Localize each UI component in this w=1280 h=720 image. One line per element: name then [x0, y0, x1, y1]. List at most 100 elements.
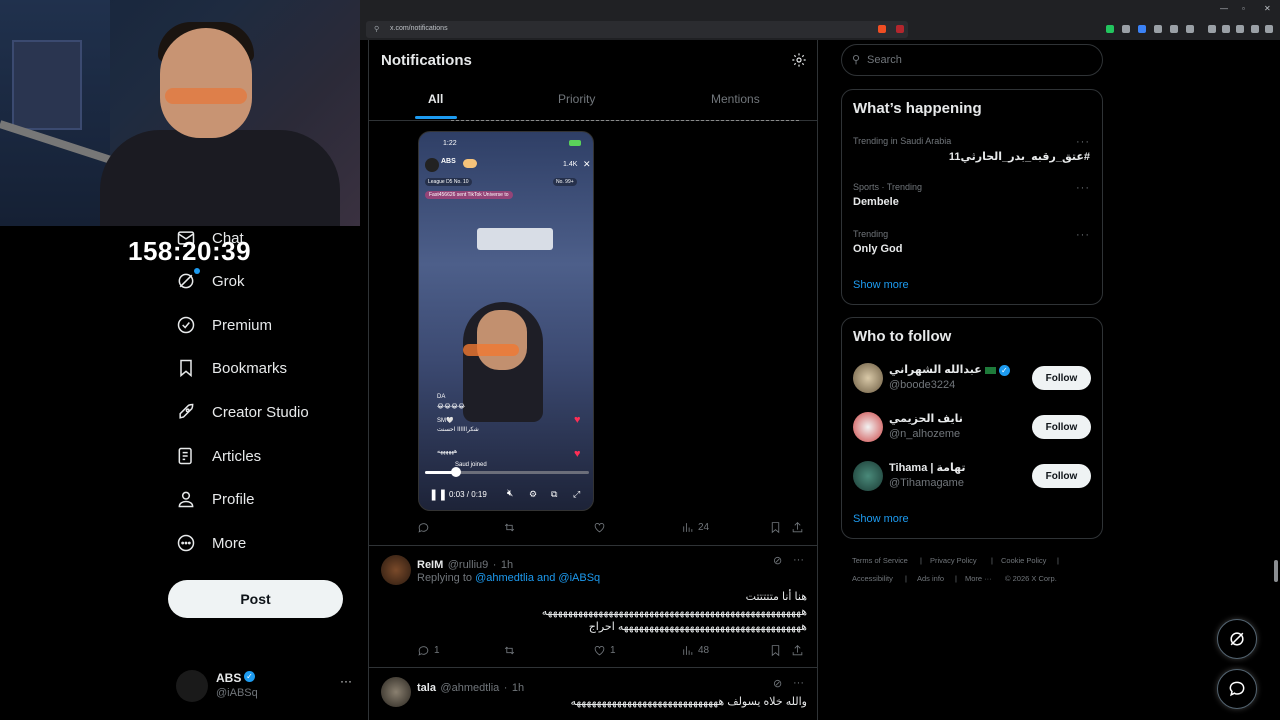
- search-placeholder: Search: [867, 54, 902, 66]
- extension-icon[interactable]: [1138, 25, 1146, 33]
- tweet-time[interactable]: 1h: [512, 682, 524, 694]
- footer-link[interactable]: More ···: [965, 574, 992, 583]
- tweet-text: والله خلاه يسولف ههههههههههههههههههههههه…: [570, 696, 807, 708]
- follow-name[interactable]: Tihama | تهامة: [889, 461, 966, 474]
- gear-icon[interactable]: [791, 52, 807, 68]
- avatar[interactable]: [853, 412, 883, 442]
- search-input[interactable]: ⚲ Search: [841, 44, 1103, 76]
- tab-priority[interactable]: Priority: [558, 92, 595, 106]
- sidebar-icon[interactable]: [1208, 25, 1216, 33]
- nav-articles[interactable]: Articles: [176, 446, 261, 466]
- footer-link[interactable]: Terms of Service: [852, 556, 908, 565]
- page-scrollbar[interactable]: [1274, 560, 1278, 582]
- more-dots-icon[interactable]: ···: [340, 674, 352, 688]
- tab-mentions[interactable]: Mentions: [711, 92, 760, 106]
- follow-button[interactable]: Follow: [1032, 464, 1091, 488]
- chat-fab[interactable]: [1217, 669, 1257, 709]
- download-icon[interactable]: [1236, 25, 1244, 33]
- more-dots-icon[interactable]: ···: [1076, 229, 1090, 241]
- tab-all[interactable]: All: [428, 92, 443, 106]
- thread-connector: [451, 120, 799, 121]
- more-dots-icon[interactable]: ···: [793, 677, 804, 689]
- grok-icon[interactable]: ⊘: [773, 677, 782, 690]
- mute-icon[interactable]: 🔇︎: [507, 488, 513, 499]
- nav-label: Profile: [212, 490, 255, 508]
- menu-icon[interactable]: [1265, 25, 1273, 33]
- grok-icon[interactable]: ⊘: [773, 554, 782, 567]
- show-more-link[interactable]: Show more: [853, 279, 909, 291]
- picture-in-picture-icon[interactable]: ⧉: [551, 489, 557, 500]
- footer-link[interactable]: Cookie Policy: [1001, 556, 1046, 565]
- footer-link[interactable]: Accessibility: [852, 574, 893, 583]
- address-bar[interactable]: ⚲ x.com/notifications: [366, 21, 908, 38]
- grok-fab[interactable]: [1217, 619, 1257, 659]
- reply-button[interactable]: 1: [417, 644, 440, 657]
- extension-icon[interactable]: [1122, 25, 1130, 33]
- follow-name[interactable]: نايف الحزيمي: [889, 412, 963, 425]
- rewards-icon[interactable]: [896, 25, 904, 33]
- avatar[interactable]: [853, 461, 883, 491]
- like-button[interactable]: [593, 521, 610, 534]
- share-button[interactable]: [791, 644, 808, 657]
- bookmark-button[interactable]: [769, 644, 786, 657]
- video-scrubber[interactable]: [451, 467, 461, 477]
- nav-more[interactable]: More: [176, 533, 246, 553]
- replying-handles[interactable]: @ahmedtlia and @iABSq: [475, 572, 600, 584]
- close-window-icon[interactable]: ✕: [1264, 4, 1271, 13]
- minimize-icon[interactable]: —: [1220, 4, 1228, 13]
- follow-handle: @Tihamagame: [889, 477, 964, 489]
- bookmark-button[interactable]: [769, 521, 786, 534]
- reply-button[interactable]: [417, 521, 434, 534]
- more-dots-icon[interactable]: ···: [793, 554, 804, 566]
- more-dots-icon[interactable]: ···: [1076, 136, 1090, 148]
- views-button[interactable]: 24: [681, 521, 709, 534]
- trend-item[interactable]: #عتق_رقبه_بدر_الحارثي11: [949, 150, 1090, 163]
- more-circle-icon: [177, 534, 195, 552]
- author-name[interactable]: ReIM: [417, 559, 443, 571]
- follow-name[interactable]: عبدالله الشهراني ✓: [889, 363, 1010, 376]
- post-button[interactable]: Post: [168, 580, 343, 618]
- nav-creator-studio[interactable]: Creator Studio: [176, 402, 309, 422]
- maximize-icon[interactable]: ▫: [1242, 4, 1245, 13]
- avatar[interactable]: [381, 677, 411, 707]
- video-player[interactable]: 1:22 ABS 1.4K ✕ League D5 No. 10 No. 99+…: [418, 131, 594, 511]
- follow-button[interactable]: Follow: [1032, 415, 1091, 439]
- repost-button[interactable]: [503, 521, 520, 534]
- nav-premium[interactable]: Premium: [176, 315, 272, 335]
- views-button[interactable]: 48: [681, 644, 709, 657]
- extension-icon[interactable]: [1106, 25, 1114, 33]
- footer-link[interactable]: Privacy Policy: [930, 556, 977, 565]
- nav-profile[interactable]: Profile: [176, 489, 255, 509]
- vpn-icon[interactable]: [1251, 25, 1259, 33]
- fullscreen-icon[interactable]: ⤢: [573, 489, 580, 500]
- avatar[interactable]: [381, 555, 411, 585]
- video-settings-icon[interactable]: ⚙: [529, 489, 537, 500]
- author-handle[interactable]: @rulliu9: [448, 559, 489, 571]
- pause-icon[interactable]: ❚❚: [429, 488, 447, 501]
- author-name[interactable]: tala: [417, 682, 436, 694]
- author-handle[interactable]: @ahmedtlia: [440, 682, 499, 694]
- account-switcher[interactable]: ABS ✓ @iABSq ···: [176, 668, 356, 704]
- show-more-link[interactable]: Show more: [853, 513, 909, 525]
- share-button[interactable]: [791, 521, 808, 534]
- more-dots-icon[interactable]: ···: [1076, 182, 1090, 194]
- extension-icon[interactable]: [1186, 25, 1194, 33]
- footer-link[interactable]: Ads info: [917, 574, 944, 583]
- brave-shield-icon[interactable]: [878, 25, 886, 33]
- avatar[interactable]: [853, 363, 883, 393]
- nav-bookmarks[interactable]: Bookmarks: [176, 358, 287, 378]
- wallet-icon[interactable]: [1222, 25, 1230, 33]
- extension-icon[interactable]: [1170, 25, 1178, 33]
- trend-item[interactable]: Only God: [853, 243, 903, 255]
- repost-button[interactable]: [503, 644, 520, 657]
- heart-icon: [594, 523, 605, 533]
- extension-icon[interactable]: [1154, 25, 1162, 33]
- follow-button[interactable]: Follow: [1032, 366, 1091, 390]
- divider: [369, 545, 817, 546]
- trend-item[interactable]: Dembele: [853, 196, 899, 208]
- like-button[interactable]: 1: [593, 644, 616, 657]
- site-info-icon[interactable]: ⚲: [374, 25, 379, 33]
- nav-grok[interactable]: Grok: [176, 271, 245, 291]
- heart-icon: ♥: [574, 448, 581, 460]
- tweet-time[interactable]: 1h: [501, 559, 513, 571]
